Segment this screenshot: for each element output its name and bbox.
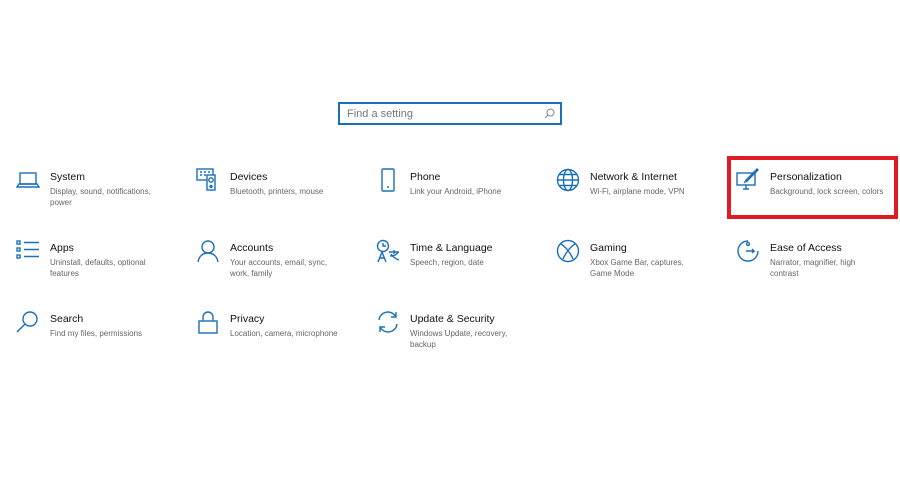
tile-title: Accounts: [230, 242, 274, 254]
search-input[interactable]: [340, 104, 537, 124]
tile-title: Network & Internet: [590, 171, 677, 183]
tile-gaming[interactable]: Gaming Xbox Game Bar, captures, Game Mod…: [556, 239, 726, 299]
laptop-icon: [16, 172, 40, 188]
tile-description: Windows Update, recovery, backup: [410, 329, 508, 349]
tile-update-security[interactable]: Update & Security Windows Update, recove…: [376, 310, 546, 370]
tile-description: Your accounts, email, sync, work, family: [230, 258, 328, 278]
tile-description: Display, sound, notifications, power: [50, 187, 151, 207]
tile-title: Update & Security: [410, 313, 495, 325]
tile-description: Bluetooth, printers, mouse: [230, 187, 324, 196]
search-icon: [16, 311, 38, 333]
globe-icon: [556, 168, 580, 192]
tile-description: Link your Android, iPhone: [410, 187, 502, 196]
tile-title: Gaming: [590, 242, 627, 254]
find-setting-search-box[interactable]: [338, 102, 562, 125]
tile-description: Wi-Fi, airplane mode, VPN: [590, 187, 685, 196]
tile-accounts[interactable]: Accounts Your accounts, email, sync, wor…: [196, 239, 366, 299]
highlight-box: [727, 156, 898, 219]
search-icon[interactable]: [544, 108, 555, 119]
tile-title: Search: [50, 313, 84, 325]
tile-search[interactable]: Search Find my files, permissions: [16, 310, 186, 370]
tile-devices[interactable]: Devices Bluetooth, printers, mouse: [196, 168, 366, 228]
tile-title: Phone: [410, 171, 441, 183]
tile-title: Ease of Access: [770, 242, 842, 254]
apps-list-icon: [16, 240, 39, 259]
tile-title: Apps: [50, 242, 74, 254]
tile-ease-of-access[interactable]: Ease of Access Narrator, magnifier, high…: [736, 239, 900, 299]
tile-description: Find my files, permissions: [50, 329, 143, 338]
tile-description: Uninstall, defaults, optional features: [50, 258, 146, 278]
tile-title: Privacy: [230, 313, 265, 325]
person-icon: [197, 240, 219, 263]
devices-icon: [196, 168, 216, 191]
tile-phone[interactable]: Phone Link your Android, iPhone: [376, 168, 546, 228]
tile-description: Location, camera, microphone: [230, 329, 338, 338]
tile-title: System: [50, 171, 86, 183]
tile-privacy[interactable]: Privacy Location, camera, microphone: [196, 310, 366, 370]
xbox-icon: [556, 239, 580, 263]
phone-icon: [381, 168, 395, 192]
tile-network-internet[interactable]: Network & Internet Wi-Fi, airplane mode,…: [556, 168, 726, 228]
tile-description: Speech, region, date: [410, 258, 484, 267]
sync-icon: [378, 311, 398, 333]
tile-title: Time & Language: [410, 242, 493, 254]
tile-description: Narrator, magnifier, high contrast: [770, 258, 856, 278]
lock-icon: [198, 311, 218, 334]
tile-apps[interactable]: Apps Uninstall, defaults, optional featu…: [16, 239, 186, 299]
tile-time-language[interactable]: Time & Language Speech, region, date: [376, 239, 546, 299]
time-language-icon: [376, 239, 400, 263]
tile-system[interactable]: System Display, sound, notifications, po…: [16, 168, 186, 228]
ease-of-access-icon: [737, 240, 759, 262]
tile-title: Devices: [230, 171, 268, 183]
tile-description: Xbox Game Bar, captures, Game Mode: [590, 258, 684, 278]
